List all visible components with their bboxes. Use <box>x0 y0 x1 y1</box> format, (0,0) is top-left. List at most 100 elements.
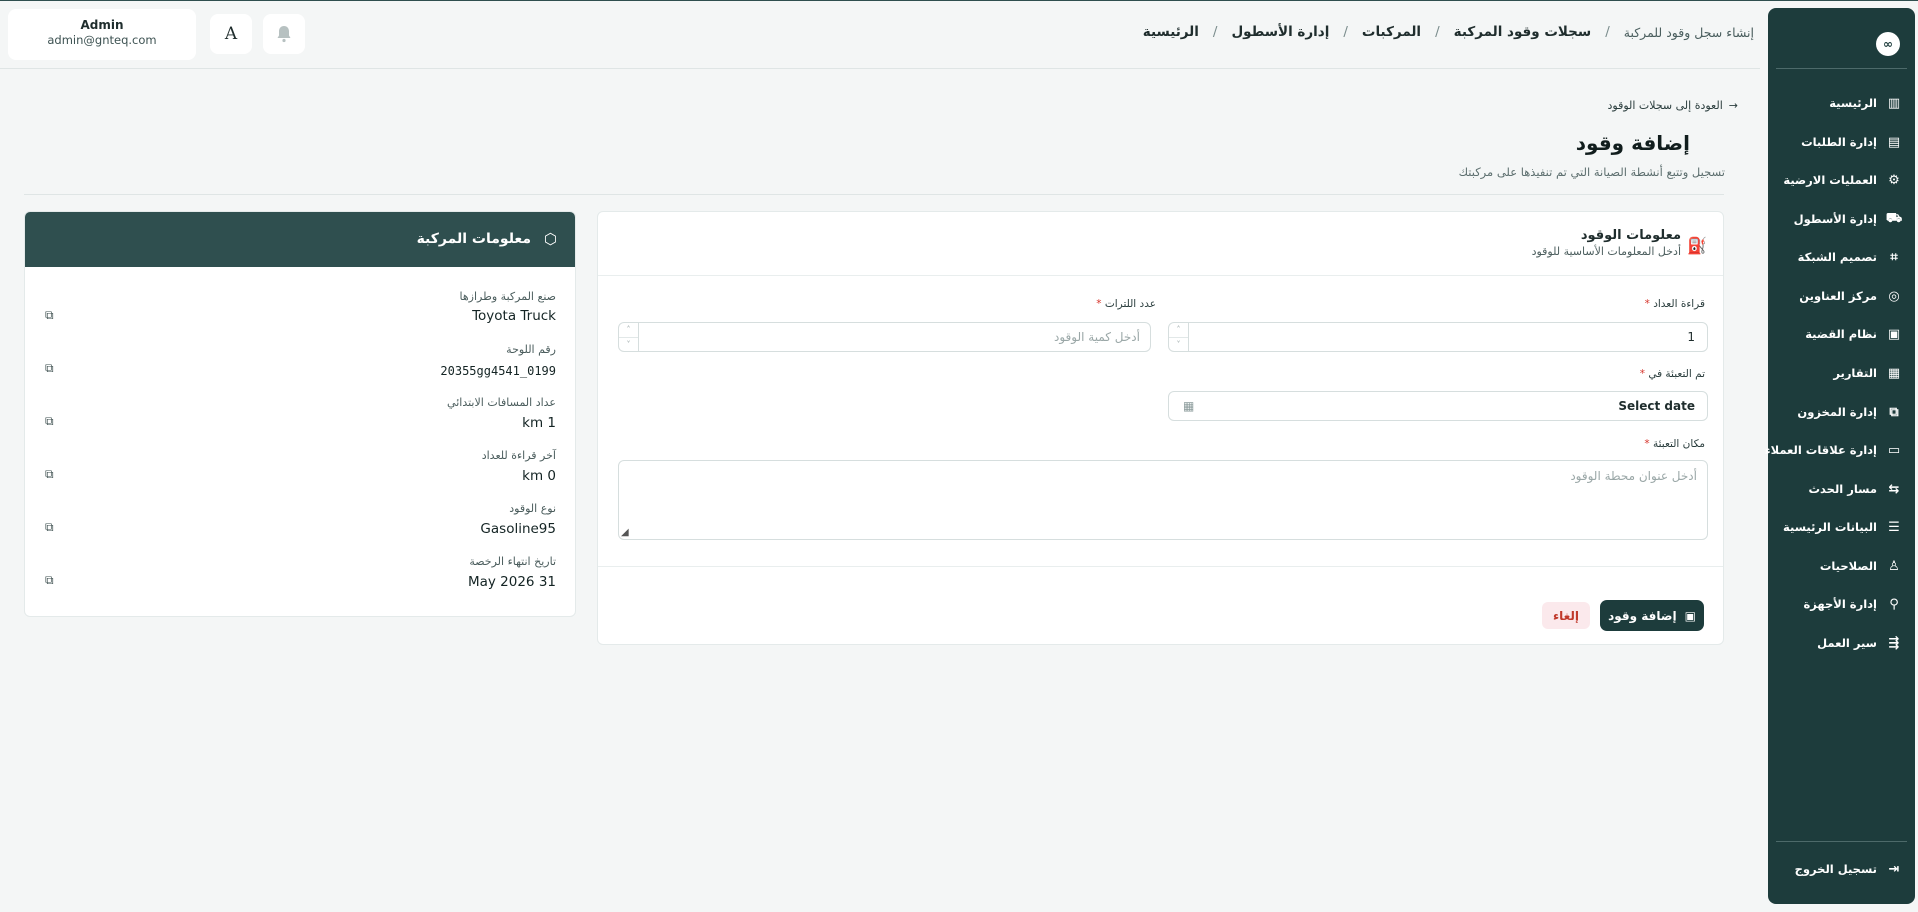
decrement-icon[interactable]: ˅ <box>1169 338 1188 352</box>
sidebar-item-reports[interactable]: ▦ التقارير <box>1774 359 1909 387</box>
add-fuel-button[interactable]: ▣ إضافة وقود <box>1600 600 1704 631</box>
odometer-label: * قراءة العداد <box>1645 298 1705 310</box>
copy-icon[interactable]: ⧉ <box>45 414 54 429</box>
fuel-card-title: معلومات الوقود <box>1580 228 1681 243</box>
sidebar-item-label: مسار الحدث <box>1808 482 1877 496</box>
sidebar-item-crm[interactable]: ▭ إدارة علاقات العملاء <box>1765 436 1909 464</box>
sidebar-item-label: إدارة الأسطول <box>1793 212 1877 226</box>
odometer-stepper[interactable]: ˄ ˅ <box>1169 323 1189 351</box>
copy-icon[interactable]: ⧉ <box>45 520 54 535</box>
copy-icon[interactable]: ⧉ <box>45 308 54 323</box>
breadcrumb-fleet[interactable]: إدارة الأسطول <box>1231 24 1329 40</box>
sidebar-item-inventory[interactable]: ⧉ إدارة المخزون <box>1774 398 1909 426</box>
page-title: إضافة وقود <box>1575 131 1690 155</box>
sidebar-item-cases[interactable]: ▣ نظام القضية <box>1774 320 1909 348</box>
fuel-card-subtitle: أدخل المعلومات الأساسية للوقود <box>1531 245 1681 258</box>
ground-ops-icon: ⚙ <box>1888 172 1900 188</box>
initial-odometer-label: عداد المسافات الابتدائي <box>447 396 556 409</box>
arrow-right-icon: → <box>1728 99 1738 112</box>
cancel-button[interactable]: إلغاء <box>1542 602 1590 629</box>
vehicle-make-value: Toyota Truck <box>472 308 556 324</box>
breadcrumb-separator: / <box>1435 24 1440 40</box>
database-icon: ☰ <box>1888 519 1900 535</box>
license-expiry-label: تاريخ انتهاء الرخصة <box>469 555 556 568</box>
filled-at-label-text: تم التعبئة في <box>1648 368 1705 380</box>
app-logo[interactable]: ∞ <box>1876 32 1900 56</box>
odometer-input[interactable]: ˄ ˅ 1 <box>1168 322 1708 352</box>
required-mark: * <box>1644 438 1650 450</box>
sidebar-item-label: إدارة علاقات العملاء <box>1764 443 1877 457</box>
increment-icon[interactable]: ˄ <box>1169 323 1188 338</box>
sidebar-item-home[interactable]: ▥ الرئيسية <box>1774 89 1909 117</box>
sidebar-item-ground-ops[interactable]: ⚙ العمليات الارضية <box>1774 166 1909 194</box>
fuel-pump-icon: ⛽ <box>1687 236 1707 255</box>
sidebar-item-event-path[interactable]: ⇆ مسار الحدث <box>1774 475 1909 503</box>
back-to-fuel-logs-link[interactable]: → العودة إلى سجلات الوقود <box>1607 99 1738 112</box>
initial-odometer-value: km 1 <box>522 415 556 431</box>
sidebar-item-fleet[interactable]: ⛟ إدارة الأسطول <box>1774 205 1909 233</box>
breadcrumb-home[interactable]: الرئيسية <box>1143 24 1199 40</box>
breadcrumb-separator: / <box>1605 24 1610 40</box>
sidebar-item-workflow[interactable]: ⇶ سير العمل <box>1774 629 1909 657</box>
breadcrumb-separator: / <box>1343 24 1348 40</box>
liters-input[interactable]: ˄ ˅ أدخل كمية الوقود <box>618 322 1151 352</box>
logout-button[interactable]: ⇥ تسجيل الخروج <box>1774 855 1909 883</box>
plate-number-value: 20355gg4541_0199 <box>440 364 556 378</box>
sidebar-item-label: إدارة المخزون <box>1797 405 1877 419</box>
cube-icon: ⬡ <box>543 230 557 248</box>
user-email: admin@gnteq.com <box>47 33 157 47</box>
event-path-icon: ⇆ <box>1888 481 1900 497</box>
sidebar-item-devices[interactable]: ⚲ إدارة الأجهزة <box>1774 590 1909 618</box>
add-fuel-label: إضافة وقود <box>1608 608 1677 623</box>
reports-icon: ▦ <box>1887 365 1901 381</box>
odometer-label-text: قراءة العداد <box>1653 298 1705 310</box>
sidebar-item-label: الرئيسية <box>1829 96 1877 110</box>
sidebar-item-permissions[interactable]: ♙ الصلاحيات <box>1774 552 1909 580</box>
sidebar-item-label: التقارير <box>1833 366 1877 380</box>
breadcrumb-fuel-logs[interactable]: سجلات وقود المركبة <box>1454 24 1592 40</box>
liters-label-text: عدد اللترات <box>1104 298 1156 310</box>
sidebar-divider <box>1776 841 1907 842</box>
increment-icon[interactable]: ˄ <box>619 323 638 338</box>
sidebar-item-master-data[interactable]: ☰ البيانات الرئيسية <box>1774 513 1909 541</box>
sidebar-item-addresses[interactable]: ◎ مركز العناوين <box>1774 282 1909 310</box>
sidebar-item-orders[interactable]: ▤ إدارة الطلبات <box>1774 128 1909 156</box>
logout-label: تسجيل الخروج <box>1794 862 1877 876</box>
location-label: * مكان التعبئة <box>1644 438 1705 450</box>
resize-grip-icon[interactable]: ◢ <box>621 527 629 538</box>
copy-icon[interactable]: ⧉ <box>45 361 54 376</box>
copy-icon[interactable]: ⧉ <box>45 467 54 482</box>
liters-placeholder: أدخل كمية الوقود <box>1054 330 1140 344</box>
breadcrumb-vehicles[interactable]: المركبات <box>1362 24 1421 40</box>
top-header: Admin admin@gnteq.com A الرئيسية / إدارة… <box>0 1 1760 69</box>
notifications-button[interactable] <box>263 14 305 54</box>
location-textarea[interactable]: أدخل عنوان محطة الوقود ◢ <box>618 460 1708 540</box>
sidebar-item-network[interactable]: ⌗ تصميم الشبكة <box>1774 243 1909 271</box>
language-button[interactable]: A <box>210 14 252 54</box>
sidebar-item-label: سير العمل <box>1817 636 1877 650</box>
sidebar: ∞ ▥ الرئيسية ▤ إدارة الطلبات ⚙ العمليات الا… <box>1765 8 1915 904</box>
vehicle-card-title: معلومات المركبة <box>416 231 531 247</box>
user-menu[interactable]: Admin admin@gnteq.com <box>8 9 196 60</box>
odometer-value: 1 <box>1687 330 1695 344</box>
truck-icon: ⛟ <box>1885 210 1903 226</box>
page-divider <box>24 194 1724 195</box>
page-subtitle: تسجيل وتتبع أنشطة الصيانة التي تم تنفيذه… <box>1458 165 1725 179</box>
decrement-icon[interactable]: ˅ <box>619 338 638 352</box>
last-odometer-value: km 0 <box>522 468 556 484</box>
orders-icon: ▤ <box>1887 134 1901 150</box>
case-icon: ▣ <box>1887 326 1901 342</box>
inventory-icon: ⧉ <box>1889 404 1899 420</box>
last-odometer-label: آخر قراءة للعداد <box>481 449 556 462</box>
filled-at-date-picker[interactable]: ▦ Select date <box>1168 391 1708 421</box>
vehicle-info-card: ⬡ معلومات المركبة صنع المركبة وطرازها To… <box>24 211 576 617</box>
user-name: Admin <box>80 18 124 32</box>
fuel-info-card: ⛽ معلومات الوقود أدخل المعلومات الأساسية… <box>597 211 1724 645</box>
fuel-type-label: نوع الوقود <box>509 502 556 515</box>
fuel-card-footer-divider <box>598 566 1723 567</box>
sidebar-item-label: إدارة الطلبات <box>1801 135 1877 149</box>
sidebar-item-label: البيانات الرئيسية <box>1783 520 1877 534</box>
copy-icon[interactable]: ⧉ <box>45 573 54 588</box>
breadcrumb: الرئيسية / إدارة الأسطول / المركبات / سج… <box>1143 24 1754 40</box>
liters-stepper[interactable]: ˄ ˅ <box>619 323 639 351</box>
